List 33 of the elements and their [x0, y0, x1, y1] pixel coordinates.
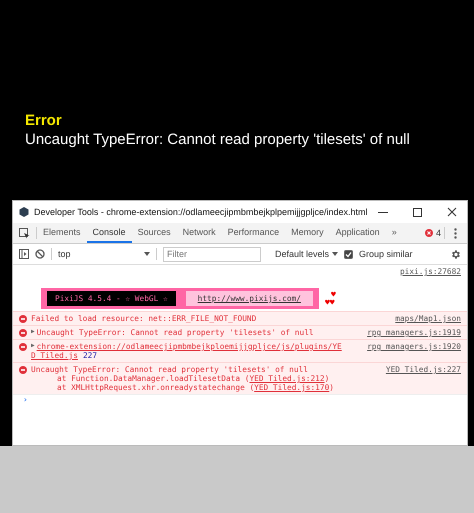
close-icon[interactable]: [447, 207, 457, 217]
clear-icon[interactable]: [35, 249, 45, 259]
inspect-icon[interactable]: [19, 228, 30, 238]
filter-field[interactable]: Filter: [163, 246, 261, 262]
maximize-icon[interactable]: [413, 208, 422, 216]
caret-icon: [332, 252, 338, 256]
error-icon: [19, 329, 27, 337]
levels-dropdown[interactable]: Default levels: [275, 249, 338, 259]
error-title: Error: [25, 112, 63, 129]
tab[interactable]: Sources: [132, 223, 177, 243]
tab[interactable]: Performance: [222, 223, 286, 243]
caret-icon: [144, 252, 150, 256]
group-similar-label: Group similar: [359, 249, 413, 259]
tab[interactable]: Application: [330, 223, 386, 243]
heart-mark: ♥: [330, 291, 336, 299]
error-icon: [19, 366, 27, 374]
context-select[interactable]: top: [58, 249, 150, 259]
app-icon: [19, 207, 29, 217]
error-message: Uncaught TypeError: Cannot read property 'tilesets' of null: [25, 131, 411, 148]
tab[interactable]: Memory: [285, 223, 330, 243]
hearts-mark: ♥♥: [324, 299, 336, 307]
sidebar-toggle-icon[interactable]: [19, 249, 29, 259]
group-similar-checkbox[interactable]: [344, 250, 354, 258]
settings-icon[interactable]: [450, 248, 461, 260]
tab[interactable]: Console: [86, 223, 132, 243]
tab[interactable]: Network: [176, 223, 222, 243]
error-icon: [424, 229, 433, 237]
tab[interactable]: Elements: [37, 223, 87, 243]
more-options-icon[interactable]: [454, 228, 457, 238]
more-tabs-button[interactable]: »: [386, 223, 403, 243]
error-icon: [19, 315, 27, 323]
error-count[interactable]: 4: [436, 228, 441, 238]
error-icon: [19, 343, 27, 351]
